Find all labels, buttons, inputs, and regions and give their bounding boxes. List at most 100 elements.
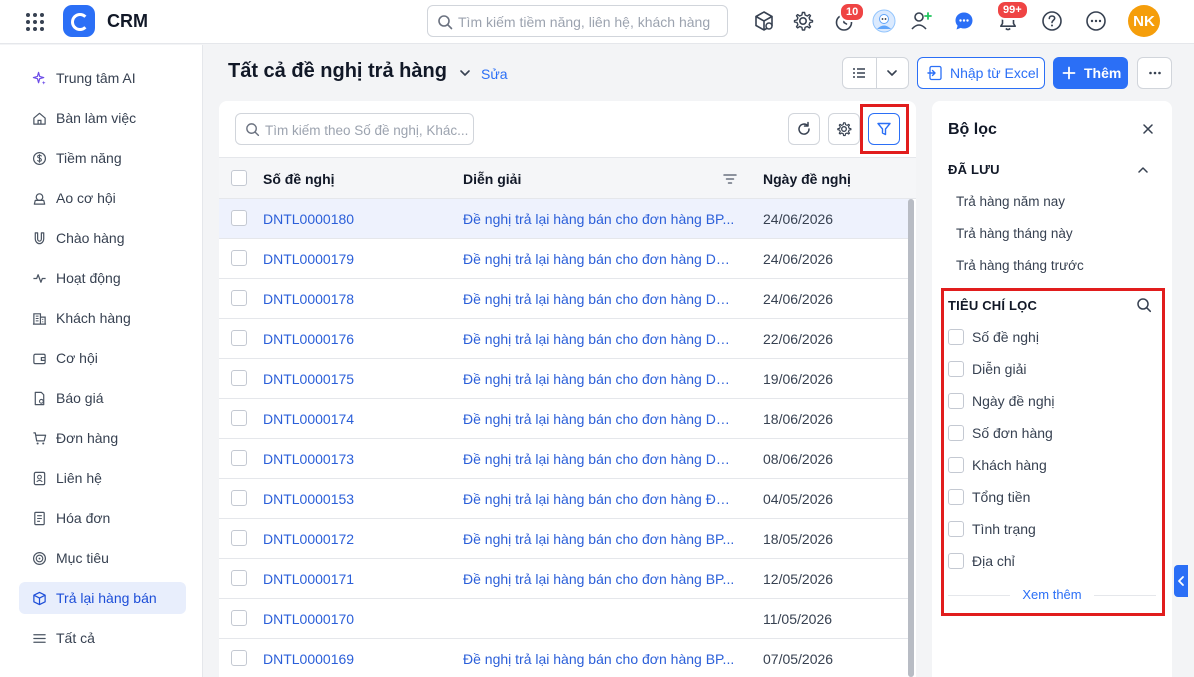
table-row[interactable]: DNTL0000153 Đề nghị trả lại hàng bán cho …	[219, 479, 910, 519]
help-icon[interactable]	[1039, 8, 1065, 34]
add-user-icon[interactable]	[908, 8, 934, 34]
row-checkbox[interactable]	[231, 570, 247, 586]
global-search-input[interactable]	[458, 12, 718, 32]
list-search[interactable]	[235, 113, 474, 145]
cell-description[interactable]: Đề nghị trả lại hàng bán cho đơn hàng DH…	[463, 451, 735, 467]
cell-description[interactable]: Đề nghị trả lại hàng bán cho đơn hàng BP…	[463, 211, 735, 227]
cell-code[interactable]: DNTL0000179	[263, 251, 354, 267]
table-settings-button[interactable]	[828, 113, 860, 145]
cell-description[interactable]: Đề nghị trả lại hàng bán cho đơn hàng BP…	[463, 571, 735, 587]
sidebar-item-quotes[interactable]: Báo giá	[19, 382, 186, 414]
cell-description[interactable]: Đề nghị trả lại hàng bán cho đơn hàng DH…	[463, 371, 735, 387]
table-row[interactable]: DNTL0000179 Đề nghị trả lại hàng bán cho …	[219, 239, 910, 279]
user-avatar[interactable]: NK	[1128, 5, 1160, 37]
column-header-date[interactable]: Ngày đề nghị	[763, 171, 851, 187]
table-row[interactable]: DNTL0000172 Đề nghị trả lại hàng bán cho …	[219, 519, 910, 559]
row-checkbox[interactable]	[231, 450, 247, 466]
more-options-icon[interactable]	[1083, 8, 1109, 34]
edit-view-link[interactable]: Sửa	[481, 66, 508, 82]
cell-description[interactable]: Đề nghị trả lại hàng bán cho đơn hàng DH…	[463, 291, 735, 307]
row-checkbox[interactable]	[231, 210, 247, 226]
sidebar-item-opportunities[interactable]: Cơ hội	[19, 342, 186, 374]
cell-description[interactable]: Đề nghị trả lại hàng bán cho đơn hàng BP…	[463, 651, 735, 667]
sidebar-item-offers[interactable]: Chào hàng	[19, 222, 186, 254]
cell-code[interactable]: DNTL0000173	[263, 451, 354, 467]
cell-code[interactable]: DNTL0000170	[263, 611, 354, 627]
settings-gear-icon[interactable]	[790, 8, 816, 34]
chevron-up-icon[interactable]	[1136, 163, 1150, 177]
cell-description[interactable]: Đề nghị trả lại hàng bán cho đơn hàng DH…	[463, 251, 735, 267]
vertical-scrollbar[interactable]	[908, 199, 914, 677]
list-search-input[interactable]	[265, 120, 470, 140]
close-icon[interactable]	[1140, 121, 1156, 137]
row-checkbox[interactable]	[231, 330, 247, 346]
sidebar-item-customers[interactable]: Khách hàng	[19, 302, 186, 334]
saved-filter-this-month[interactable]: Trả hàng tháng này	[956, 226, 1073, 241]
cell-code[interactable]: DNTL0000175	[263, 371, 354, 387]
chat-icon[interactable]	[951, 8, 977, 34]
sidebar-item-invoices[interactable]: Hóa đơn	[19, 502, 186, 534]
column-header-description[interactable]: Diễn giải	[463, 171, 521, 187]
select-all-checkbox[interactable]	[231, 170, 247, 186]
saved-filter-last-month[interactable]: Trả hàng tháng trước	[956, 258, 1084, 273]
row-checkbox[interactable]	[231, 530, 247, 546]
cell-code[interactable]: DNTL0000178	[263, 291, 354, 307]
view-dropdown-button[interactable]	[875, 58, 909, 88]
cell-code[interactable]: DNTL0000153	[263, 491, 354, 507]
cell-description[interactable]: Đề nghị trả lại hàng bán cho đơn hàng ĐH…	[463, 491, 735, 507]
global-search[interactable]	[427, 5, 728, 37]
row-checkbox[interactable]	[231, 250, 247, 266]
cell-description[interactable]: Đề nghị trả lại hàng bán cho đơn hàng DH…	[463, 331, 735, 347]
column-header-code[interactable]: Số đề nghị	[263, 171, 335, 187]
package-search-icon[interactable]	[751, 8, 777, 34]
row-checkbox[interactable]	[231, 610, 247, 626]
table-row[interactable]: DNTL0000171 Đề nghị trả lại hàng bán cho …	[219, 559, 910, 599]
sidebar-item-activities[interactable]: Hoạt động	[19, 262, 186, 294]
row-checkbox[interactable]	[231, 290, 247, 306]
assistant-avatar-icon[interactable]	[871, 8, 897, 34]
list-view-button[interactable]	[843, 58, 876, 88]
collapse-panel-button[interactable]	[1174, 565, 1188, 597]
table-row[interactable]: DNTL0000178 Đề nghị trả lại hàng bán cho …	[219, 279, 910, 319]
cell-description[interactable]: Đề nghị trả lại hàng bán cho đơn hàng DH…	[463, 411, 735, 427]
column-filter-icon[interactable]	[722, 171, 738, 187]
table-row[interactable]: DNTL0000169 Đề nghị trả lại hàng bán cho …	[219, 639, 910, 677]
crm-logo[interactable]	[63, 5, 95, 37]
table-row[interactable]: DNTL0000180 Đề nghị trả lại hàng bán cho …	[219, 199, 910, 239]
cell-code[interactable]: DNTL0000171	[263, 571, 354, 587]
table-row[interactable]: DNTL0000174 Đề nghị trả lại hàng bán cho …	[219, 399, 910, 439]
sidebar-item-ai-center[interactable]: Trung tâm AI	[19, 62, 186, 94]
row-checkbox[interactable]	[231, 650, 247, 666]
table-row[interactable]: DNTL0000170 11/05/2026	[219, 599, 910, 639]
table-row[interactable]: DNTL0000175 Đề nghị trả lại hàng bán cho …	[219, 359, 910, 399]
row-checkbox[interactable]	[231, 370, 247, 386]
app-grid-icon[interactable]	[24, 11, 46, 33]
chevron-down-icon[interactable]	[458, 66, 472, 80]
sidebar-item-contacts[interactable]: Liên hệ	[19, 462, 186, 494]
more-actions-button[interactable]	[1137, 57, 1172, 89]
cell-code[interactable]: DNTL0000172	[263, 531, 354, 547]
import-excel-button[interactable]: Nhập từ Excel	[917, 57, 1045, 89]
cell-date: 04/05/2026	[763, 491, 834, 507]
row-checkbox[interactable]	[231, 490, 247, 506]
sidebar-item-workspace[interactable]: Bàn làm việc	[19, 102, 186, 134]
table-row[interactable]: DNTL0000173 Đề nghị trả lại hàng bán cho …	[219, 439, 910, 479]
sidebar-item-sales-returns[interactable]: Trả lại hàng bán	[19, 582, 186, 614]
sidebar-item-goals[interactable]: Mục tiêu	[19, 542, 186, 574]
cell-code[interactable]: DNTL0000180	[263, 211, 354, 227]
scrollbar-thumb[interactable]	[908, 199, 914, 677]
cell-code[interactable]: DNTL0000174	[263, 411, 354, 427]
saved-filters-heading[interactable]: ĐÃ LƯU	[948, 162, 1000, 177]
cell-description[interactable]: Đề nghị trả lại hàng bán cho đơn hàng BP…	[463, 531, 735, 547]
add-button[interactable]: Thêm	[1053, 57, 1128, 89]
table-row[interactable]: DNTL0000176 Đề nghị trả lại hàng bán cho …	[219, 319, 910, 359]
row-checkbox[interactable]	[231, 410, 247, 426]
sidebar-item-orders[interactable]: Đơn hàng	[19, 422, 186, 454]
sidebar-item-leads[interactable]: Tiềm năng	[19, 142, 186, 174]
cell-code[interactable]: DNTL0000176	[263, 331, 354, 347]
sidebar-item-all[interactable]: Tất cả	[19, 622, 186, 654]
sidebar-item-opportunity-pool[interactable]: Ao cơ hội	[19, 182, 186, 214]
cell-code[interactable]: DNTL0000169	[263, 651, 354, 667]
saved-filter-this-year[interactable]: Trả hàng năm nay	[956, 194, 1065, 209]
refresh-button[interactable]	[788, 113, 820, 145]
